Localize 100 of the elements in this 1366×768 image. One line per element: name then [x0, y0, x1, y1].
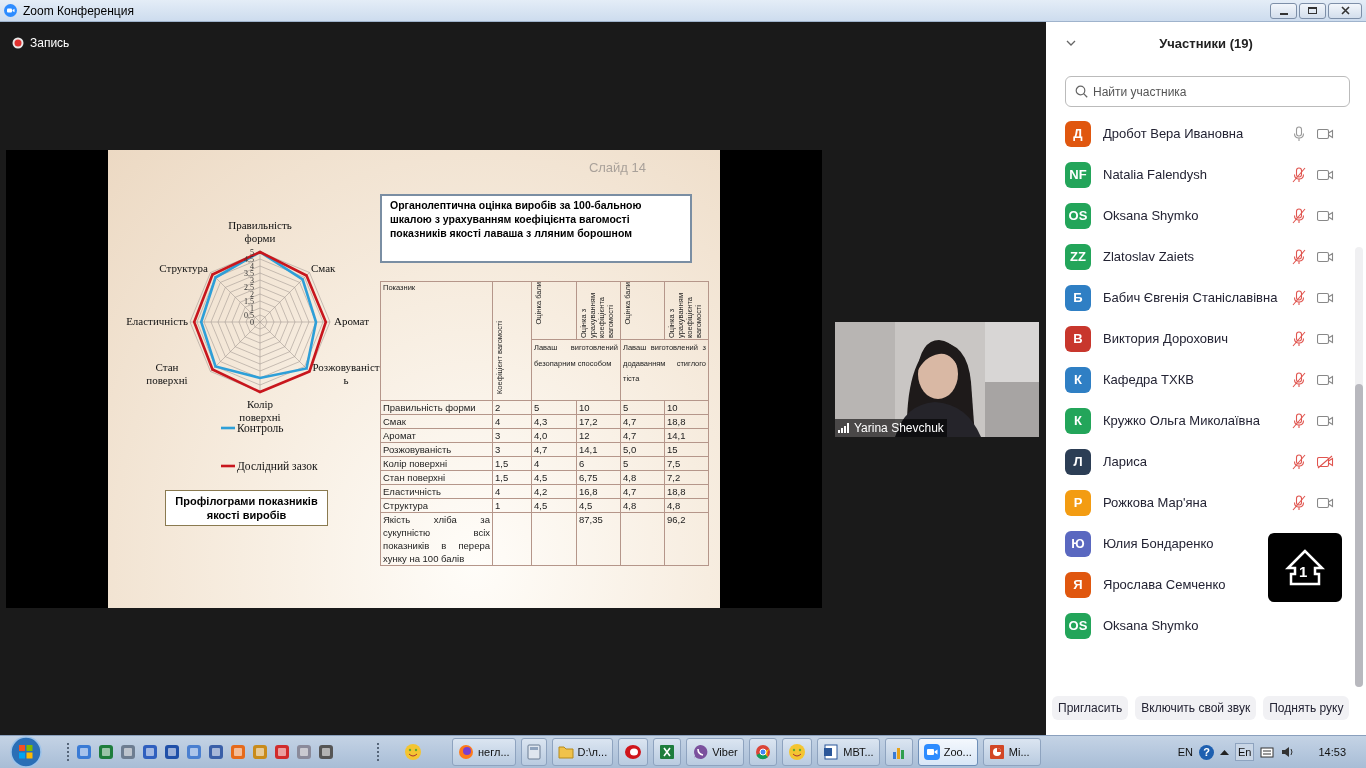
table-cell: Структура	[380, 498, 493, 513]
avatar: OS	[1065, 202, 1091, 229]
muted-microphone-icon[interactable]	[1292, 289, 1306, 306]
app-icon[interactable]	[142, 744, 158, 760]
app-icon[interactable]	[98, 744, 114, 760]
muted-microphone-icon[interactable]	[1292, 207, 1306, 224]
app-icon[interactable]	[76, 744, 92, 760]
video-off-icon[interactable]	[1317, 454, 1334, 469]
clock[interactable]: 14:53	[1318, 743, 1346, 761]
taskbar-icon-button[interactable]	[749, 738, 778, 766]
participant-name: Oksana Shymko	[1103, 616, 1200, 635]
up-arrow-icon	[1285, 547, 1325, 588]
slide-heading: Органолептична оцінка виробів за 100-бальною шкалою з урахуванням коефіцієнта вагомості показників якості лаваша з лляним борошном	[380, 194, 692, 263]
category-label: Стан поверхні	[145, 361, 189, 387]
avatar: К	[1065, 366, 1091, 393]
muted-microphone-icon[interactable]	[1292, 371, 1306, 388]
table-cell: 4	[492, 414, 532, 429]
app-icon[interactable]	[164, 744, 180, 760]
up-caret-icon[interactable]	[1220, 749, 1229, 755]
avatar: Ю	[1065, 530, 1091, 557]
app-icon[interactable]	[230, 744, 246, 760]
spreadsheet-icon	[659, 744, 676, 760]
help-icon[interactable]: ?	[1199, 744, 1214, 760]
app-icon[interactable]	[208, 744, 224, 760]
scrollbar-thumb[interactable]	[1355, 384, 1363, 687]
table-cell: 3	[492, 428, 532, 443]
taskbar-icon-button[interactable]	[653, 738, 682, 766]
table-cell: 2	[492, 400, 532, 415]
search-field[interactable]: Найти участника	[1065, 76, 1350, 107]
app-icon[interactable]	[120, 744, 136, 760]
taskbar-button[interactable]: МВТ...	[817, 738, 880, 766]
folder-icon	[557, 744, 574, 760]
video-camera-icon[interactable]	[1317, 414, 1334, 427]
avatar: OS	[1065, 612, 1091, 639]
minimize-button[interactable]	[1270, 2, 1297, 19]
table-cell: Правильність форми	[380, 400, 493, 415]
table-cell: 4,5	[576, 498, 621, 513]
panel-button[interactable]: Включить свой звук	[1135, 696, 1257, 720]
video-camera-icon[interactable]	[1317, 332, 1334, 345]
muted-microphone-icon[interactable]	[1292, 494, 1306, 511]
video-camera-icon[interactable]	[1317, 373, 1334, 386]
muted-microphone-icon[interactable]	[1292, 248, 1306, 265]
table-cell: 87,35	[576, 512, 621, 566]
panel-button[interactable]: Пригласить	[1052, 696, 1129, 720]
keyboard-icon[interactable]	[1260, 745, 1275, 759]
table-cell: 4	[492, 484, 532, 499]
table-cell: 4,7	[620, 484, 665, 499]
maximize-button[interactable]	[1299, 2, 1326, 19]
table-cell: 18,8	[664, 414, 709, 429]
muted-microphone-icon[interactable]	[1292, 453, 1306, 470]
microphone-icon[interactable]	[1292, 125, 1306, 142]
taskbar-icon-button[interactable]	[884, 738, 913, 766]
globe-icon	[458, 744, 474, 760]
table-cell: Розжовуваність	[380, 442, 493, 457]
muted-microphone-icon[interactable]	[1292, 412, 1306, 429]
taskbar-button[interactable]: негл...	[452, 738, 516, 766]
panel-button[interactable]: Поднять руку	[1263, 696, 1350, 720]
taskbar-button[interactable]: Zoo...	[917, 738, 978, 766]
input-language-indicator[interactable]: En	[1235, 742, 1255, 762]
axis-tick-label: 2,5	[244, 283, 254, 292]
table-cell: 4,7	[531, 442, 577, 457]
video-camera-icon[interactable]	[1317, 291, 1334, 304]
muted-microphone-icon[interactable]	[1292, 166, 1306, 183]
search-icon	[1075, 85, 1088, 98]
avatar: Л	[1065, 448, 1091, 475]
table-cell: 5,0	[620, 442, 665, 457]
taskbar-icon-button[interactable]	[618, 738, 649, 766]
app-icon[interactable]	[318, 744, 334, 760]
table-cell: 7,5	[664, 456, 709, 471]
smiley-icon[interactable]	[404, 743, 422, 761]
category-label: Смак	[311, 262, 337, 275]
video-camera-icon[interactable]	[1317, 168, 1334, 181]
record-icon	[12, 37, 24, 49]
muted-microphone-icon[interactable]	[1292, 330, 1306, 347]
participant-name: Дробот Вера Ивановна	[1103, 124, 1245, 143]
language-indicator[interactable]: EN	[1177, 743, 1193, 761]
app-icon[interactable]	[274, 744, 290, 760]
table-cell: 4,8	[620, 498, 665, 513]
table-cell: 7,2	[664, 470, 709, 485]
video-camera-icon[interactable]	[1317, 250, 1334, 263]
app-icon[interactable]	[186, 744, 202, 760]
table-cell: 4,7	[620, 414, 665, 429]
taskbar-button[interactable]: Mi...	[982, 738, 1041, 766]
chevron-icon[interactable]	[1066, 40, 1076, 47]
category-label: Колір поверхні	[238, 398, 281, 424]
app-icon[interactable]	[296, 744, 312, 760]
avatar: К	[1065, 407, 1091, 434]
speaker-icon[interactable]	[1280, 745, 1295, 759]
smiley-icon	[788, 743, 807, 761]
start-button[interactable]	[8, 736, 44, 768]
video-camera-icon[interactable]	[1317, 209, 1334, 222]
table-cell: 1	[492, 498, 532, 513]
video-camera-icon[interactable]	[1317, 127, 1334, 140]
close-button[interactable]	[1328, 2, 1362, 19]
participant-name: Ярослава Семченко	[1103, 575, 1227, 594]
axis-tick-label: 1,5	[244, 297, 254, 306]
taskbar-button[interactable]: Viber	[686, 738, 745, 766]
video-camera-icon[interactable]	[1317, 496, 1334, 509]
taskbar-button[interactable]: D:\л...	[551, 738, 614, 766]
table-cell: 4	[531, 456, 577, 471]
